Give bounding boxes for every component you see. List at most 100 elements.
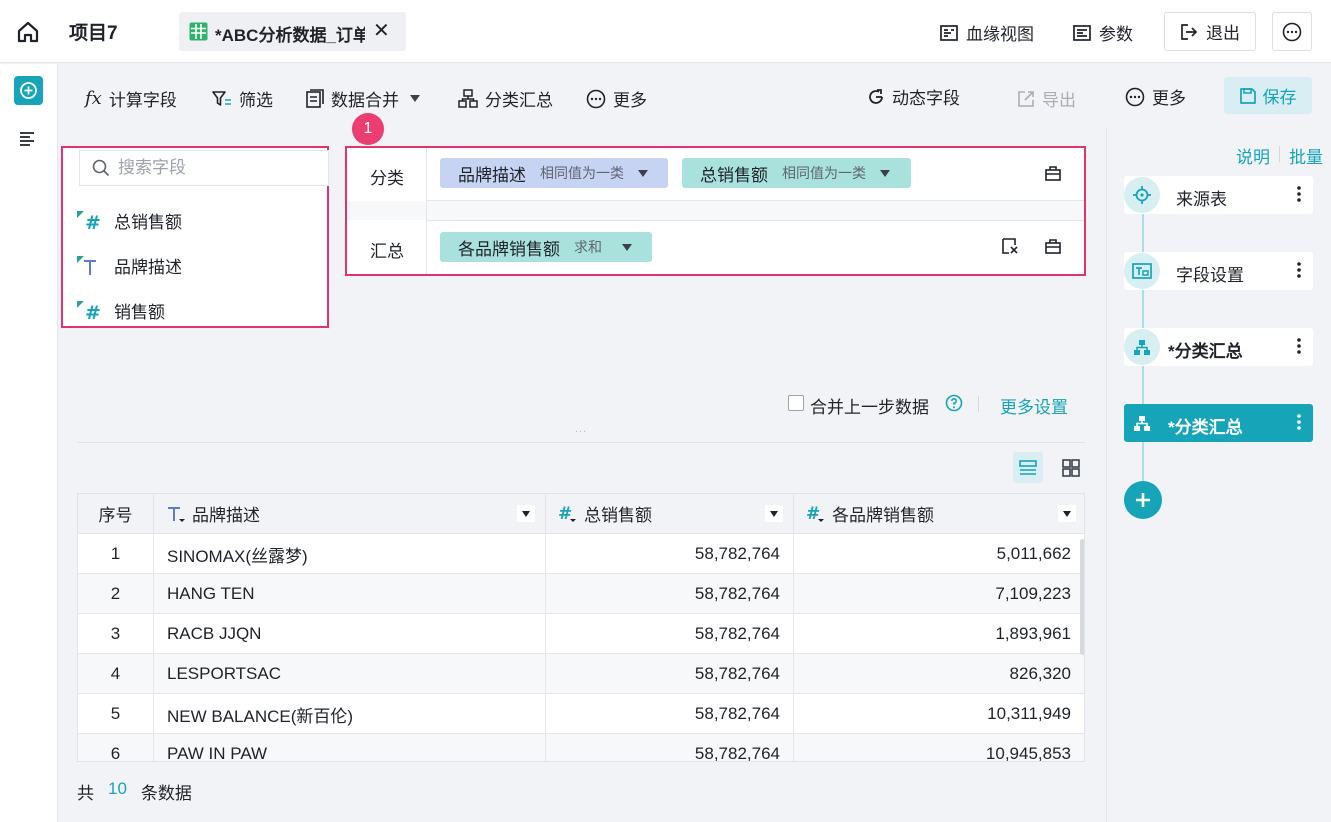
chevron-down-icon: [410, 95, 420, 102]
filter-button[interactable]: 筛选: [212, 86, 273, 111]
kebab-menu-icon[interactable]: [1297, 185, 1301, 203]
table-row[interactable]: 2 HANG TEN 58,782,764 7,109,223: [78, 574, 1084, 614]
merge-prev-checkbox[interactable]: [788, 395, 804, 411]
header-label: 品牌描述: [192, 506, 260, 525]
chip-name: 品牌描述: [458, 165, 526, 185]
table-row[interactable]: 1 SINOMAX(丝露梦) 58,782,764 5,011,662: [78, 534, 1084, 574]
left-rail: [0, 64, 58, 822]
calc-field-button[interactable]: fx 计算字段: [85, 86, 177, 111]
search-input[interactable]: [118, 158, 318, 178]
group-chip-brand[interactable]: 品牌描述 相同值为一类: [440, 158, 668, 188]
field-list-panel: # 总销售额 品牌描述 # 销售额: [61, 146, 329, 328]
chevron-down-icon[interactable]: [638, 169, 648, 177]
merge-prev-label: 合并上一步数据: [810, 398, 929, 417]
search-icon: [92, 159, 110, 177]
add-icon[interactable]: [14, 76, 43, 105]
more-tools-button[interactable]: 更多: [586, 86, 647, 111]
step-group-summary-1[interactable]: *分类汇总: [1124, 328, 1313, 366]
add-step-button[interactable]: [1124, 481, 1162, 519]
step-source-table[interactable]: 来源表: [1124, 176, 1313, 214]
table-cell: 6: [78, 734, 154, 761]
table-cell: 4: [78, 654, 154, 694]
chevron-down-icon[interactable]: [880, 169, 890, 177]
step-field-settings[interactable]: 字段设置: [1124, 252, 1313, 290]
step-group-summary-2[interactable]: *分类汇总: [1124, 404, 1313, 442]
field-label: 销售额: [114, 303, 165, 322]
params-button[interactable]: 参数: [1073, 20, 1133, 45]
explain-link[interactable]: 说明: [1236, 143, 1270, 168]
hierarchy-icon: [1124, 405, 1160, 441]
table-row[interactable]: 6 PAW IN PAW 58,782,764 10,945,853: [78, 734, 1084, 762]
lineage-view-button[interactable]: 血缘视图: [940, 20, 1034, 45]
more-actions-button[interactable]: 更多: [1125, 84, 1186, 109]
help-icon[interactable]: [945, 394, 963, 412]
kebab-menu-icon[interactable]: [1297, 261, 1301, 279]
group-summary-button[interactable]: 分类汇总: [458, 86, 553, 111]
close-icon[interactable]: ✕: [373, 21, 390, 41]
field-item-sales[interactable]: # 销售额: [76, 298, 165, 323]
chevron-down-icon[interactable]: [517, 505, 535, 522]
number-field-icon: #: [76, 210, 100, 232]
batch-link[interactable]: 批量: [1289, 143, 1323, 168]
divider: [77, 442, 1085, 443]
field-item-brand-desc[interactable]: 品牌描述: [76, 253, 182, 278]
table-cell: PAW IN PAW: [154, 734, 546, 761]
params-icon: [1073, 24, 1091, 42]
outline-icon[interactable]: [18, 130, 38, 148]
hierarchy-icon: [1124, 329, 1160, 365]
table-cell: 1: [78, 534, 154, 574]
exit-icon: [1180, 23, 1198, 41]
home-icon[interactable]: [14, 18, 42, 46]
table-row[interactable]: 5 NEW BALANCE(新百伦) 58,782,764 10,311,949: [78, 694, 1084, 734]
chip-mode: 相同值为一类: [540, 165, 624, 181]
group-chip-total-sales[interactable]: 总销售额 相同值为一类: [682, 158, 911, 188]
vertical-scrollbar[interactable]: [1080, 539, 1084, 655]
table-cell: 10,945,853: [985, 744, 1071, 762]
table-row[interactable]: 3 RACB JJQN 58,782,764 1,893,961: [78, 614, 1084, 654]
dynamic-field-button[interactable]: 动态字段: [867, 84, 960, 109]
export-icon: [1017, 90, 1035, 108]
table-cell: 58,782,764: [546, 614, 794, 654]
save-label: 保存: [1262, 88, 1297, 107]
header-label: 总销售额: [584, 506, 652, 525]
tab-abc-analysis[interactable]: *ABC分析数据_订单 ✕: [179, 12, 406, 51]
chevron-down-icon[interactable]: [1058, 505, 1076, 522]
toolbox-icon[interactable]: [1044, 237, 1062, 255]
summary-row-label: 汇总: [370, 242, 404, 261]
merge-data-button[interactable]: 数据合并: [306, 86, 420, 111]
toolbox-icon[interactable]: [1044, 164, 1062, 182]
list-view-toggle[interactable]: [1013, 452, 1043, 483]
table-cell: 5,011,662: [996, 544, 1071, 563]
clear-filter-icon[interactable]: [1001, 237, 1019, 255]
ellipsis-circle-icon: [586, 89, 606, 109]
count-value: 10: [108, 779, 127, 798]
summary-chip-brand-sales[interactable]: 各品牌销售额 求和: [440, 232, 652, 262]
chip-mode: 求和: [574, 239, 602, 255]
function-icon: fx: [85, 88, 102, 109]
exit-button[interactable]: 退出: [1164, 12, 1256, 51]
step-label: 来源表: [1176, 190, 1227, 209]
table-cell: 1,893,961: [995, 624, 1071, 643]
search-box[interactable]: [79, 150, 329, 186]
spreadsheet-icon: [189, 22, 208, 41]
more-settings-link[interactable]: 更多设置: [1000, 393, 1068, 418]
table-cell: RACB JJQN: [154, 614, 546, 654]
table-cell: SINOMAX(丝露梦): [154, 534, 546, 574]
column-header-brand-sales[interactable]: # 各品牌销售额: [794, 494, 1084, 534]
column-header-total-sales[interactable]: # 总销售额: [546, 494, 794, 534]
kebab-menu-icon[interactable]: [1297, 413, 1301, 431]
more-options-button[interactable]: [1272, 12, 1312, 51]
table-row[interactable]: 4 LESPORTSAC 58,782,764 826,320: [78, 654, 1084, 694]
export-button[interactable]: 导出: [1017, 86, 1076, 111]
column-header-brand[interactable]: 品牌描述: [154, 494, 546, 534]
divider: [427, 200, 1084, 201]
grid-view-toggle[interactable]: [1056, 452, 1086, 483]
step-badge: 1: [352, 113, 384, 145]
exit-label: 退出: [1206, 24, 1240, 43]
chevron-down-icon[interactable]: [622, 243, 632, 251]
resize-handle[interactable]: ...: [575, 423, 587, 435]
field-item-total-sales[interactable]: # 总销售额: [76, 208, 182, 233]
kebab-menu-icon[interactable]: [1297, 337, 1301, 355]
chevron-down-icon[interactable]: [765, 505, 783, 522]
save-button[interactable]: 保存: [1224, 77, 1312, 114]
